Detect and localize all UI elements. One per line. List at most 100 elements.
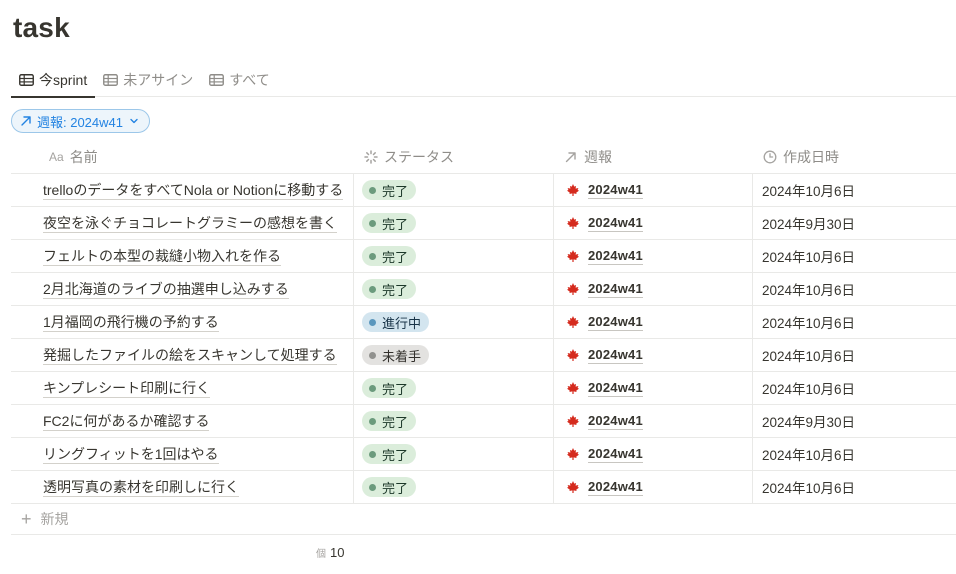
status-badge[interactable]: 完了 — [362, 411, 417, 431]
weekly-report-link[interactable]: 2024w41 — [588, 215, 643, 232]
status-label: 完了 — [382, 381, 409, 397]
weekly-report-link[interactable]: 2024w41 — [588, 182, 643, 199]
created-time: 2024年10月6日 — [762, 382, 856, 397]
cell-status[interactable]: 完了 — [354, 240, 554, 272]
cell-created-time: 2024年10月6日 — [753, 471, 956, 503]
status-label: 完了 — [382, 480, 409, 496]
task-name[interactable]: フェルトの本型の裁縫小物入れを作る — [43, 247, 281, 266]
status-badge[interactable]: 未着手 — [362, 345, 430, 365]
table-header: Aa 名前 ステータス 週報 作成日時 — [11, 140, 956, 174]
created-time: 2024年10月6日 — [762, 448, 856, 463]
cell-weekly-report[interactable]: 2024w41 — [554, 339, 753, 371]
cell-created-time: 2024年10月6日 — [753, 273, 956, 305]
task-name[interactable]: 2月北海道のライブの抽選申し込みする — [43, 280, 289, 299]
weekly-report-link[interactable]: 2024w41 — [588, 446, 643, 463]
weekly-report-link[interactable]: 2024w41 — [588, 479, 643, 496]
table-row[interactable]: trelloのデータをすべてNola or Notionに移動する 完了 2024w… — [11, 174, 956, 207]
table-row[interactable]: フェルトの本型の裁縫小物入れを作る 完了 2024w41 2024年10月6日 — [11, 240, 956, 273]
task-name[interactable]: 発掘したファイルの絵をスキャンして処理する — [43, 346, 337, 365]
table-icon — [19, 73, 34, 86]
task-name[interactable]: trelloのデータをすべてNola or Notionに移動する — [43, 181, 344, 200]
add-new-row-button[interactable]: + 新規 — [11, 504, 956, 535]
cell-status[interactable]: 完了 — [354, 273, 554, 305]
cell-weekly-report[interactable]: 2024w41 — [554, 174, 753, 206]
table-row[interactable]: 2月北海道のライブの抽選申し込みする 完了 2024w41 2024年10月6日 — [11, 273, 956, 306]
cell-weekly-report[interactable]: 2024w41 — [554, 240, 753, 272]
table-row[interactable]: 1月福岡の飛行機の予約する 進行中 2024w41 2024年10月6日 — [11, 306, 956, 339]
cell-status[interactable]: 未着手 — [354, 339, 554, 371]
cell-name[interactable]: 夜空を泳ぐチョコレートグラミーの感想を書く — [11, 207, 354, 239]
status-badge[interactable]: 完了 — [362, 444, 417, 464]
status-badge[interactable]: 完了 — [362, 213, 417, 233]
column-header-name[interactable]: Aa 名前 — [11, 140, 354, 173]
cell-name[interactable]: 透明写真の素材を印刷しに行く — [11, 471, 354, 503]
table-row[interactable]: キンプレシート印刷に行く 完了 2024w41 2024年10月6日 — [11, 372, 956, 405]
status-badge[interactable]: 完了 — [362, 180, 417, 200]
cell-created-time: 2024年10月6日 — [753, 306, 956, 338]
maple-leaf-icon — [566, 447, 580, 461]
status-badge[interactable]: 完了 — [362, 246, 417, 266]
status-badge[interactable]: 完了 — [362, 477, 417, 497]
table-row[interactable]: リングフィットを1回はやる 完了 2024w41 2024年10月6日 — [11, 438, 956, 471]
cell-name[interactable]: フェルトの本型の裁縫小物入れを作る — [11, 240, 354, 272]
tab-unassigned[interactable]: 未アサイン — [95, 62, 201, 97]
status-label: 完了 — [382, 249, 409, 265]
cell-weekly-report[interactable]: 2024w41 — [554, 438, 753, 470]
created-time: 2024年10月6日 — [762, 349, 856, 364]
cell-name[interactable]: trelloのデータをすべてNola or Notionに移動する — [11, 174, 354, 206]
cell-name[interactable]: キンプレシート印刷に行く — [11, 372, 354, 404]
cell-weekly-report[interactable]: 2024w41 — [554, 372, 753, 404]
status-badge[interactable]: 完了 — [362, 279, 417, 299]
status-label: 完了 — [382, 183, 409, 199]
cell-name[interactable]: 発掘したファイルの絵をスキャンして処理する — [11, 339, 354, 371]
maple-leaf-icon — [566, 414, 580, 428]
column-header-created-time[interactable]: 作成日時 — [753, 140, 956, 173]
column-header-status[interactable]: ステータス — [354, 140, 554, 173]
weekly-report-link[interactable]: 2024w41 — [588, 347, 643, 364]
status-badge[interactable]: 完了 — [362, 378, 417, 398]
filter-chip-weekly-report[interactable]: 週報: 2024w41 — [11, 109, 150, 133]
cell-weekly-report[interactable]: 2024w41 — [554, 273, 753, 305]
cell-name[interactable]: 2月北海道のライブの抽選申し込みする — [11, 273, 354, 305]
status-dot — [369, 252, 376, 260]
table-row[interactable]: 夜空を泳ぐチョコレートグラミーの感想を書く 完了 2024w41 2024年9月30日 — [11, 207, 956, 240]
cell-weekly-report[interactable]: 2024w41 — [554, 207, 753, 239]
weekly-report-link[interactable]: 2024w41 — [588, 314, 643, 331]
task-name[interactable]: 透明写真の素材を印刷しに行く — [43, 478, 239, 497]
status-dot — [369, 285, 376, 293]
weekly-report-link[interactable]: 2024w41 — [588, 281, 643, 298]
cell-name[interactable]: FC2に何があるか確認する — [11, 405, 354, 437]
tab-all[interactable]: すべて — [201, 62, 277, 97]
status-dot — [369, 483, 376, 491]
column-header-weekly-report[interactable]: 週報 — [554, 140, 753, 173]
cell-weekly-report[interactable]: 2024w41 — [554, 405, 753, 437]
maple-leaf-icon — [566, 348, 580, 362]
table-row[interactable]: FC2に何があるか確認する 完了 2024w41 2024年9月30日 — [11, 405, 956, 438]
cell-status[interactable]: 完了 — [354, 438, 554, 470]
cell-name[interactable]: 1月福岡の飛行機の予約する — [11, 306, 354, 338]
task-name[interactable]: リングフィットを1回はやる — [43, 445, 219, 464]
status-dot — [369, 417, 376, 425]
task-name[interactable]: 夜空を泳ぐチョコレートグラミーの感想を書く — [43, 214, 337, 233]
cell-name[interactable]: リングフィットを1回はやる — [11, 438, 354, 470]
created-time: 2024年9月30日 — [762, 217, 856, 232]
table-row[interactable]: 発掘したファイルの絵をスキャンして処理する 未着手 2024w41 2024年10月6… — [11, 339, 956, 372]
cell-status[interactable]: 完了 — [354, 372, 554, 404]
cell-status[interactable]: 完了 — [354, 405, 554, 437]
cell-status[interactable]: 進行中 — [354, 306, 554, 338]
tab-current-sprint[interactable]: 今sprint — [11, 62, 96, 98]
weekly-report-link[interactable]: 2024w41 — [588, 248, 643, 265]
weekly-report-link[interactable]: 2024w41 — [588, 413, 643, 430]
status-badge[interactable]: 進行中 — [362, 312, 430, 332]
weekly-report-link[interactable]: 2024w41 — [588, 380, 643, 397]
cell-weekly-report[interactable]: 2024w41 — [554, 471, 753, 503]
task-name[interactable]: キンプレシート印刷に行く — [43, 379, 211, 398]
cell-status[interactable]: 完了 — [354, 471, 554, 503]
table-row[interactable]: 透明写真の素材を印刷しに行く 完了 2024w41 2024年10月6日 — [11, 471, 956, 504]
cell-status[interactable]: 完了 — [354, 207, 554, 239]
task-name[interactable]: 1月福岡の飛行機の予約する — [43, 313, 219, 332]
maple-leaf-icon — [566, 381, 580, 395]
task-name[interactable]: FC2に何があるか確認する — [43, 412, 210, 431]
cell-status[interactable]: 完了 — [354, 174, 554, 206]
cell-weekly-report[interactable]: 2024w41 — [554, 306, 753, 338]
